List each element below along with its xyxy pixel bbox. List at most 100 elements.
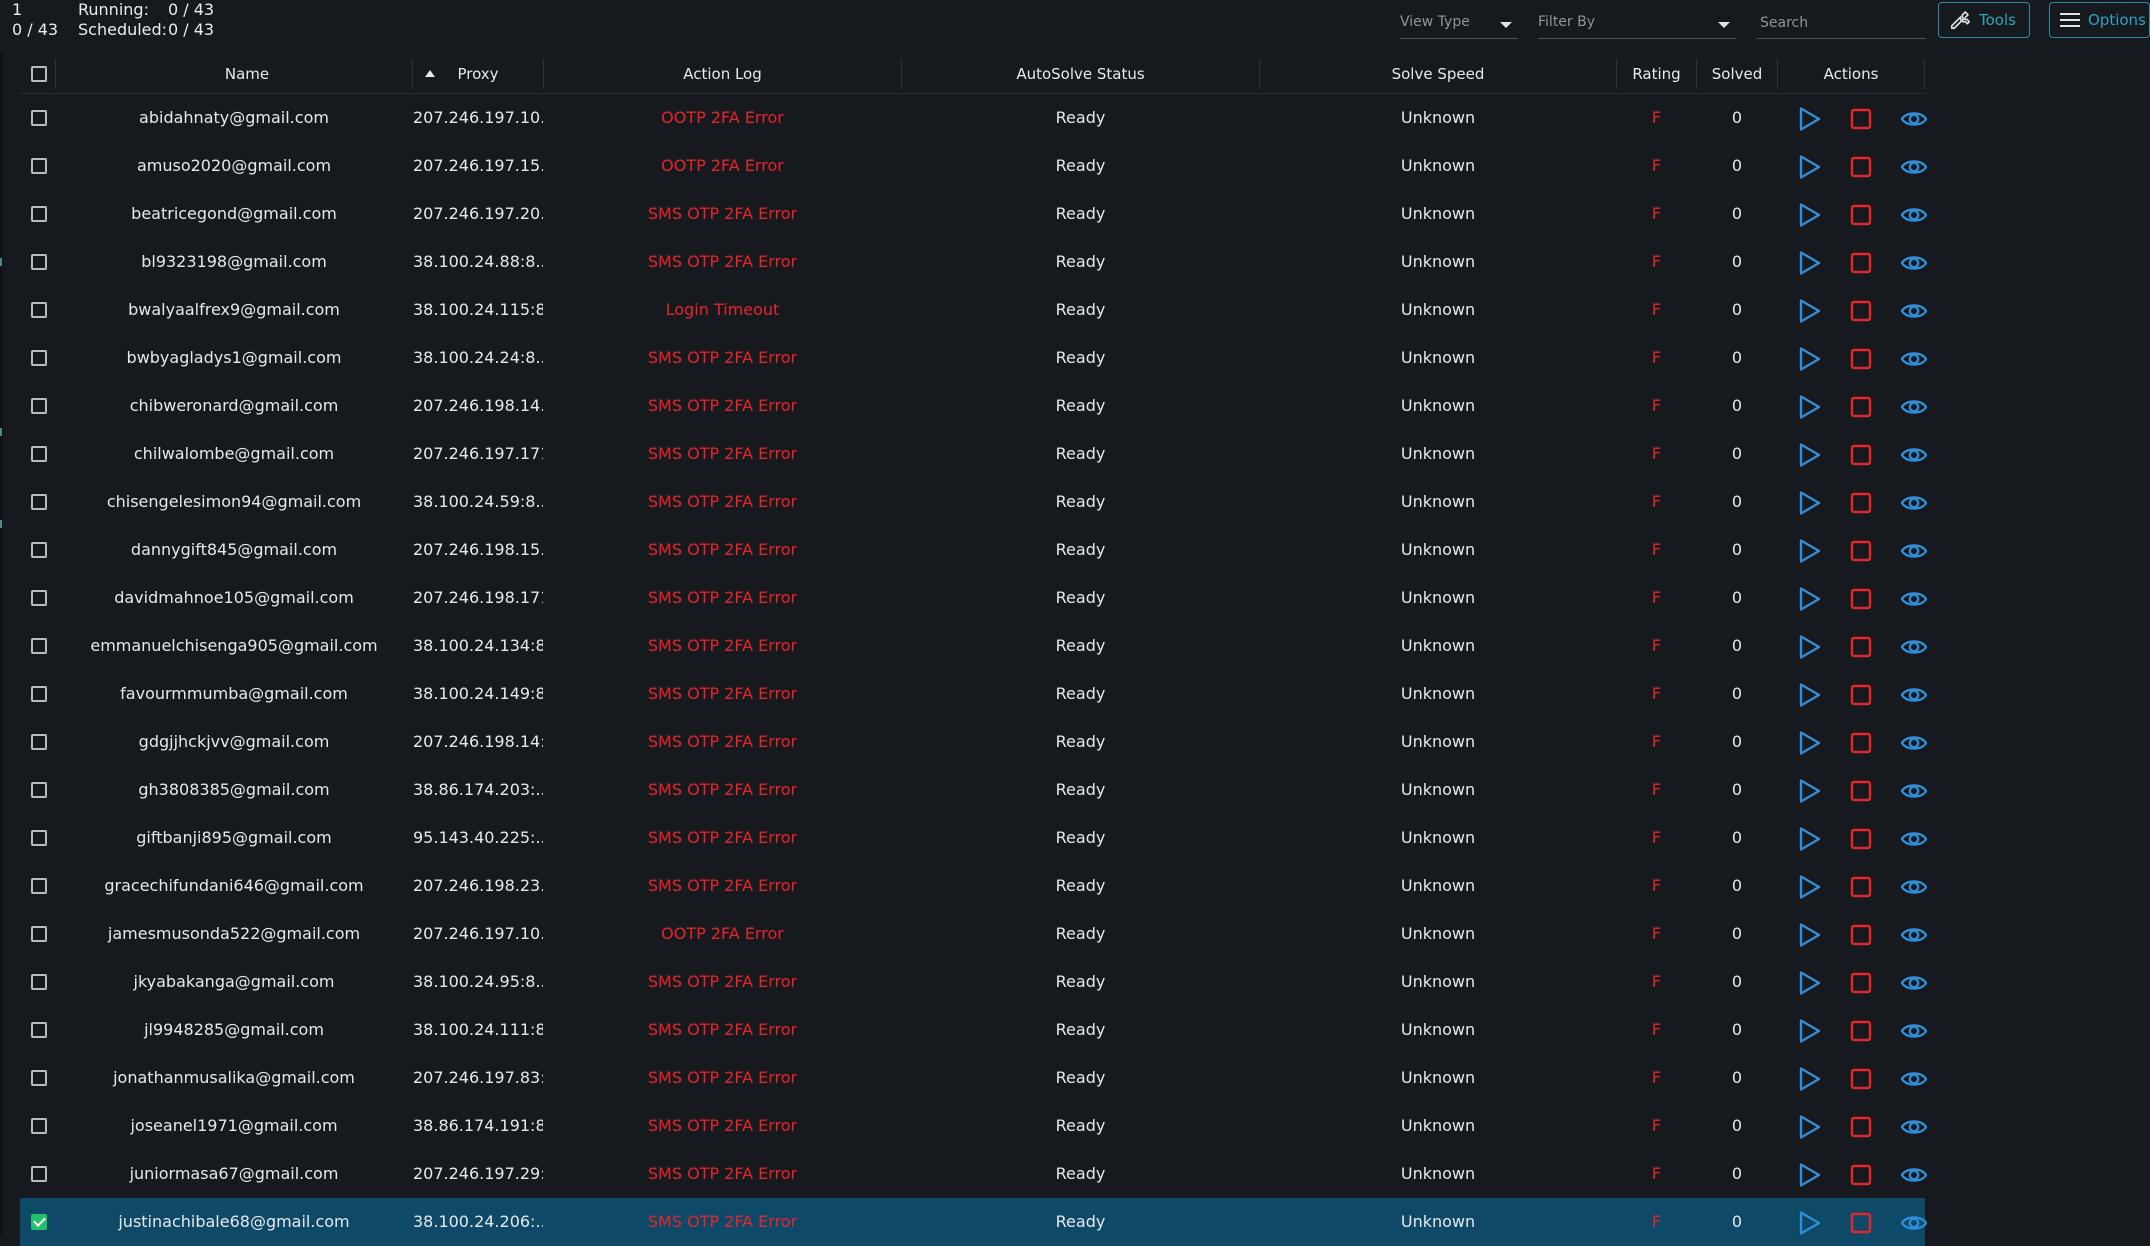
table-row[interactable]: juniormasa67@gmail.com 207.246.197.29:...… xyxy=(20,1150,1928,1198)
table-row[interactable]: joseanel1971@gmail.com 38.86.174.191:8...… xyxy=(20,1102,1928,1150)
stop-icon[interactable] xyxy=(1848,202,1874,228)
row-checkbox[interactable] xyxy=(31,686,47,702)
play-icon[interactable] xyxy=(1796,298,1822,324)
play-icon[interactable] xyxy=(1796,106,1822,132)
eye-icon[interactable] xyxy=(1900,154,1928,180)
eye-icon[interactable] xyxy=(1900,778,1928,804)
row-checkbox[interactable] xyxy=(31,494,47,510)
row-checkbox[interactable] xyxy=(31,1166,47,1182)
search-input[interactable] xyxy=(1756,8,1926,39)
row-checkbox[interactable] xyxy=(31,398,47,414)
eye-icon[interactable] xyxy=(1900,730,1928,756)
stop-icon[interactable] xyxy=(1848,250,1874,276)
play-icon[interactable] xyxy=(1796,250,1822,276)
eye-icon[interactable] xyxy=(1900,298,1928,324)
row-checkbox[interactable] xyxy=(31,158,47,174)
stop-icon[interactable] xyxy=(1848,1066,1874,1092)
row-checkbox[interactable] xyxy=(31,878,47,894)
row-checkbox[interactable] xyxy=(31,110,47,126)
play-icon[interactable] xyxy=(1796,538,1822,564)
eye-icon[interactable] xyxy=(1900,106,1928,132)
play-icon[interactable] xyxy=(1796,202,1822,228)
eye-icon[interactable] xyxy=(1900,1066,1928,1092)
row-checkbox[interactable] xyxy=(31,446,47,462)
eye-icon[interactable] xyxy=(1900,682,1928,708)
stop-icon[interactable] xyxy=(1848,1114,1874,1140)
eye-icon[interactable] xyxy=(1900,1018,1928,1044)
row-checkbox[interactable] xyxy=(31,590,47,606)
stop-icon[interactable] xyxy=(1848,1210,1874,1236)
table-row[interactable]: chilwalombe@gmail.com 207.246.197.171... S… xyxy=(20,430,1928,478)
eye-icon[interactable] xyxy=(1900,634,1928,660)
stop-icon[interactable] xyxy=(1848,538,1874,564)
table-row[interactable]: dannygift845@gmail.com 207.246.198.15... S… xyxy=(20,526,1928,574)
stop-icon[interactable] xyxy=(1848,154,1874,180)
play-icon[interactable] xyxy=(1796,1162,1822,1188)
eye-icon[interactable] xyxy=(1900,538,1928,564)
play-icon[interactable] xyxy=(1796,682,1822,708)
row-checkbox[interactable] xyxy=(31,1118,47,1134)
stop-icon[interactable] xyxy=(1848,1018,1874,1044)
stop-icon[interactable] xyxy=(1848,682,1874,708)
table-row[interactable]: bwbyagladys1@gmail.com 38.100.24.24:8... S… xyxy=(20,334,1928,382)
table-row[interactable]: gracechifundani646@gmail.com 207.246.198.… xyxy=(20,862,1928,910)
play-icon[interactable] xyxy=(1796,490,1822,516)
stop-icon[interactable] xyxy=(1848,922,1874,948)
stop-icon[interactable] xyxy=(1848,634,1874,660)
table-row[interactable]: giftbanji895@gmail.com 95.143.40.225:... S… xyxy=(20,814,1928,862)
row-checkbox[interactable] xyxy=(31,638,47,654)
table-row[interactable]: jamesmusonda522@gmail.com 207.246.197.10.… xyxy=(20,910,1928,958)
table-row[interactable]: abidahnaty@gmail.com 207.246.197.10... OOT… xyxy=(20,94,1928,142)
table-row[interactable]: bwalyaalfrex9@gmail.com 38.100.24.115:8..… xyxy=(20,286,1928,334)
play-icon[interactable] xyxy=(1796,778,1822,804)
play-icon[interactable] xyxy=(1796,874,1822,900)
table-row[interactable]: gdgjjhckjvv@gmail.com 207.246.198.14:... S… xyxy=(20,718,1928,766)
stop-icon[interactable] xyxy=(1848,106,1874,132)
row-checkbox[interactable] xyxy=(31,1070,47,1086)
play-icon[interactable] xyxy=(1796,1210,1822,1236)
play-icon[interactable] xyxy=(1796,730,1822,756)
stop-icon[interactable] xyxy=(1848,970,1874,996)
eye-icon[interactable] xyxy=(1900,826,1928,852)
table-row[interactable]: jonathanmusalika@gmail.com 207.246.197.83… xyxy=(20,1054,1928,1102)
view-type-select[interactable]: View Type xyxy=(1400,8,1518,39)
stop-icon[interactable] xyxy=(1848,1162,1874,1188)
row-checkbox[interactable] xyxy=(31,926,47,942)
play-icon[interactable] xyxy=(1796,970,1822,996)
table-row[interactable]: davidmahnoe105@gmail.com 207.246.198.171.… xyxy=(20,574,1928,622)
play-icon[interactable] xyxy=(1796,394,1822,420)
eye-icon[interactable] xyxy=(1900,970,1928,996)
column-header-name[interactable]: Name xyxy=(56,55,438,93)
play-icon[interactable] xyxy=(1796,634,1822,660)
eye-icon[interactable] xyxy=(1900,1114,1928,1140)
table-row[interactable]: chibweronard@gmail.com 207.246.198.14... S… xyxy=(20,382,1928,430)
table-row[interactable]: bl9323198@gmail.com 38.100.24.88:8... SMS … xyxy=(20,238,1928,286)
table-row[interactable]: favourmmumba@gmail.com 38.100.24.149:8...… xyxy=(20,670,1928,718)
table-row[interactable]: beatricegond@gmail.com 207.246.197.20... S… xyxy=(20,190,1928,238)
table-row[interactable]: emmanuelchisenga905@gmail.com 38.100.24.1… xyxy=(20,622,1928,670)
row-checkbox[interactable] xyxy=(31,1022,47,1038)
row-checkbox[interactable] xyxy=(31,830,47,846)
stop-icon[interactable] xyxy=(1848,490,1874,516)
play-icon[interactable] xyxy=(1796,442,1822,468)
options-button[interactable]: Options xyxy=(2049,2,2150,38)
column-header-solve-speed[interactable]: Solve Speed xyxy=(1260,55,1616,93)
table-row[interactable]: gh3808385@gmail.com 38.86.174.203:... SMS … xyxy=(20,766,1928,814)
stop-icon[interactable] xyxy=(1848,874,1874,900)
row-checkbox[interactable] xyxy=(31,206,47,222)
stop-icon[interactable] xyxy=(1848,586,1874,612)
column-header-autosolve-status[interactable]: AutoSolve Status xyxy=(902,55,1259,93)
filter-by-select[interactable]: Filter By xyxy=(1538,8,1736,39)
row-checkbox[interactable] xyxy=(31,734,47,750)
stop-icon[interactable] xyxy=(1848,730,1874,756)
row-checkbox[interactable] xyxy=(31,782,47,798)
play-icon[interactable] xyxy=(1796,586,1822,612)
table-row[interactable]: jl9948285@gmail.com 38.100.24.111:8... SMS… xyxy=(20,1006,1928,1054)
eye-icon[interactable] xyxy=(1900,250,1928,276)
column-header-rating[interactable]: Rating xyxy=(1617,55,1696,93)
stop-icon[interactable] xyxy=(1848,442,1874,468)
stop-icon[interactable] xyxy=(1848,826,1874,852)
row-checkbox[interactable] xyxy=(31,254,47,270)
play-icon[interactable] xyxy=(1796,1066,1822,1092)
eye-icon[interactable] xyxy=(1900,490,1928,516)
